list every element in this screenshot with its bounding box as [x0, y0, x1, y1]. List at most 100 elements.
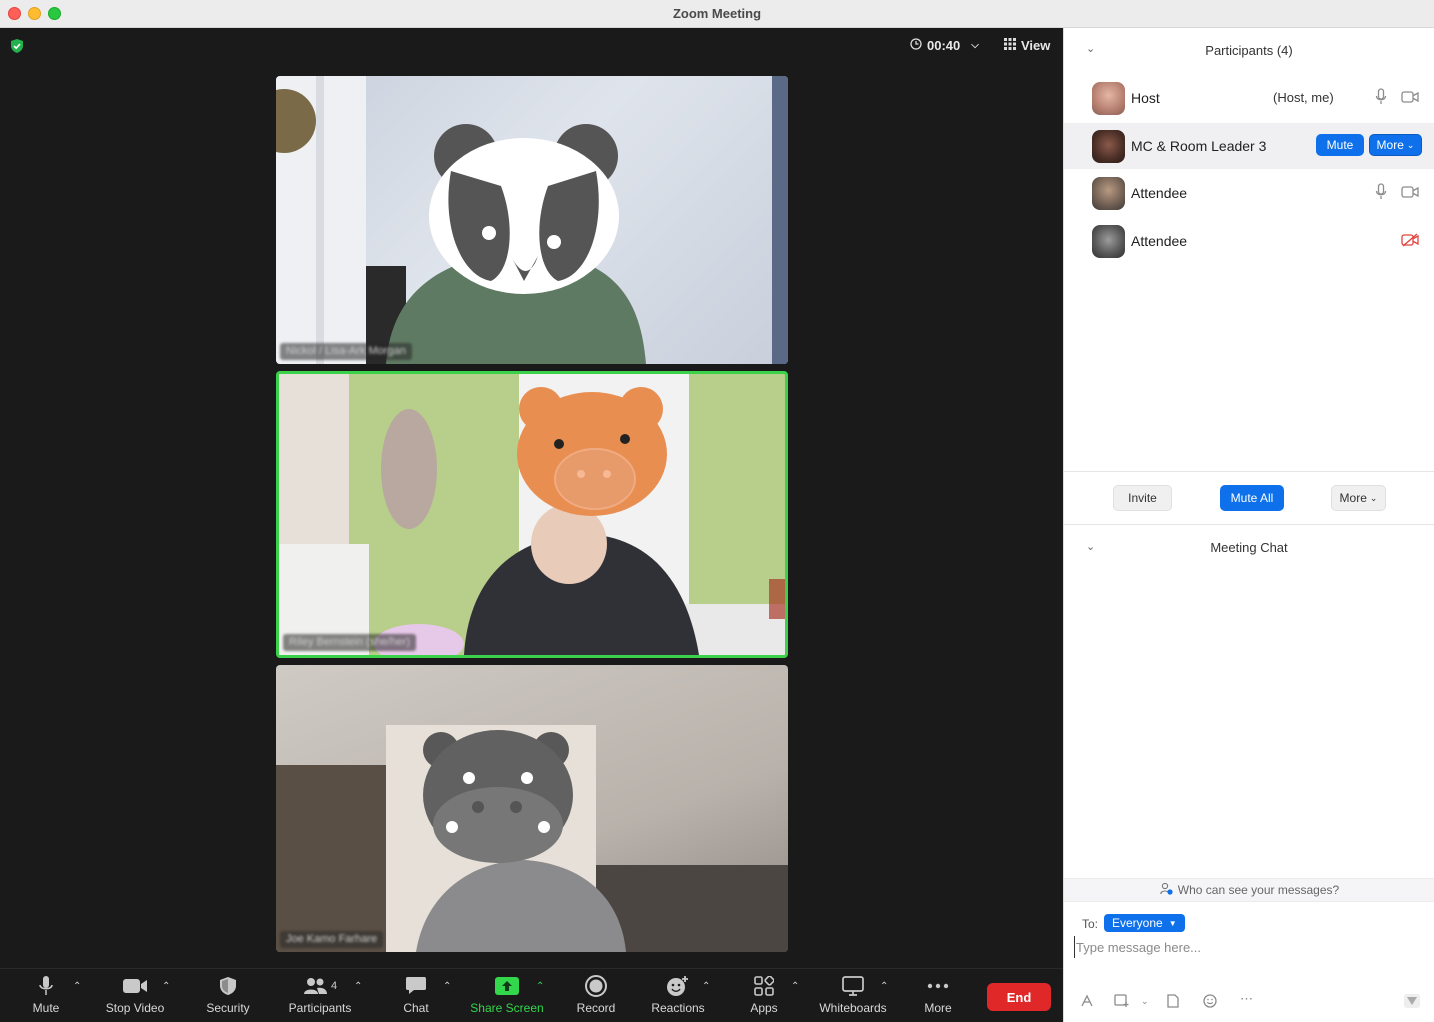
stop-video-button[interactable]: Stop Video [100, 973, 170, 1021]
ellipsis-icon [927, 973, 949, 999]
chevron-down-icon: ⌄ [1406, 139, 1415, 150]
video-feed [276, 76, 788, 364]
whiteboards-label: Whiteboards [819, 1001, 887, 1015]
participants-more-button[interactable]: More ⌄ [1331, 485, 1386, 511]
participant-name: Host [1131, 90, 1160, 106]
more-options-ellipsis-icon[interactable]: ⋯ [1240, 991, 1253, 1007]
recipient-dropdown[interactable]: Everyone ▼ [1104, 914, 1185, 932]
avatar [1092, 82, 1125, 115]
participant-name: MC & Room Leader 3 [1131, 138, 1267, 154]
apps-options-caret[interactable]: ⌃ [791, 981, 799, 992]
microphone-icon[interactable] [1375, 88, 1387, 111]
participant-name-label: Riley Bernstein (she/her) [283, 634, 417, 651]
microphone-icon[interactable] [1375, 183, 1387, 206]
participant-row[interactable]: Attendee [1064, 170, 1434, 216]
chat-options-caret[interactable]: ⌃ [443, 981, 451, 992]
video-camera-icon[interactable] [1401, 90, 1419, 108]
video-camera-icon [122, 973, 148, 999]
avatar [1092, 130, 1125, 163]
video-options-caret[interactable]: ⌃ [162, 981, 170, 992]
who-can-see-link[interactable]: Who can see your messages? [1064, 878, 1434, 902]
invite-button[interactable]: Invite [1113, 485, 1172, 511]
timer-text: 00:40 [927, 37, 961, 53]
chat-message-list[interactable] [1064, 568, 1434, 878]
record-button[interactable]: Record [572, 973, 620, 1021]
end-meeting-button[interactable]: End [987, 983, 1051, 1011]
mute-options-caret[interactable]: ⌃ [73, 981, 81, 992]
more-button[interactable]: More [918, 973, 958, 1021]
chat-toolbar: ⌄ ⋯ [1064, 990, 1434, 1014]
avatar [1092, 177, 1125, 210]
format-text-icon[interactable] [1080, 994, 1094, 1011]
video-feed [279, 374, 785, 655]
participants-count: 4 [330, 980, 338, 992]
share-screen-label: Share Screen [470, 1001, 544, 1015]
more-label: More [924, 1001, 952, 1015]
send-icon[interactable] [1404, 994, 1420, 1011]
chat-button[interactable]: Chat [396, 973, 436, 1021]
apps-icon [754, 973, 774, 999]
emoji-icon[interactable] [1203, 994, 1217, 1011]
view-label: View [1021, 37, 1051, 53]
whiteboards-options-caret[interactable]: ⌃ [880, 981, 888, 992]
reactions-label: Reactions [651, 1001, 705, 1015]
screenshot-icon[interactable] [1114, 994, 1130, 1011]
participant-row[interactable]: Attendee [1064, 218, 1434, 264]
mute-all-button[interactable]: Mute All [1220, 485, 1284, 511]
participants-options-caret[interactable]: ⌃ [354, 981, 362, 992]
record-label: Record [576, 1001, 616, 1015]
chat-bubble-icon [405, 973, 427, 999]
share-screen-icon [495, 973, 519, 999]
divider [1064, 524, 1434, 525]
reactions-options-caret[interactable]: ⌃ [702, 981, 710, 992]
who-can-see-text: Who can see your messages? [1177, 883, 1340, 897]
whiteboard-icon [842, 973, 864, 999]
title-bar: Zoom Meeting [0, 0, 1434, 28]
chat-message-input[interactable] [1074, 936, 1424, 958]
more-label: More [1376, 138, 1404, 152]
mute-label: Mute [32, 1001, 60, 1015]
video-camera-icon[interactable] [1401, 185, 1419, 203]
encryption-shield-icon[interactable] [10, 38, 24, 59]
stop-video-label: Stop Video [105, 1001, 165, 1015]
video-off-icon[interactable] [1401, 233, 1419, 252]
security-button[interactable]: Security [200, 973, 256, 1021]
apps-label: Apps [750, 1001, 778, 1015]
video-tile-active-speaker[interactable]: Riley Bernstein (she/her) [276, 371, 788, 658]
video-tile[interactable]: Joe Kamo Farhare [276, 665, 788, 952]
reactions-button[interactable]: Reactions [648, 973, 708, 1021]
mute-button[interactable]: Mute [26, 973, 66, 1021]
screenshot-options-chevron-icon[interactable]: ⌄ [1141, 996, 1149, 1007]
apps-button[interactable]: Apps [745, 973, 783, 1021]
shield-icon [219, 973, 237, 999]
security-label: Security [206, 1001, 250, 1015]
chat-panel-title: Meeting Chat [1210, 540, 1288, 555]
participant-row[interactable]: Host (Host, me) [1064, 75, 1434, 121]
chat-label: Chat [403, 1001, 429, 1015]
view-button[interactable]: View [998, 34, 1056, 56]
participant-more-button[interactable]: More ⌄ [1369, 134, 1422, 156]
meeting-toolbar: Mute ⌃ Stop Video ⌃ Security 4 Participa… [0, 968, 1063, 1022]
more-label: More [1339, 491, 1367, 505]
emoji-plus-icon [666, 973, 690, 999]
clock-icon [910, 37, 922, 53]
file-icon[interactable] [1167, 994, 1179, 1011]
participants-label: Participants [288, 1001, 352, 1015]
recipient-value: Everyone [1112, 916, 1163, 930]
video-gallery: 00:40 ⌵ View Nickol / Lisa-Ark Morgan Ri… [0, 28, 1063, 968]
video-tile[interactable]: Nickol / Lisa-Ark Morgan [276, 76, 788, 364]
participants-button[interactable]: 4 Participants [283, 973, 357, 1021]
divider [1064, 471, 1434, 472]
side-panel: ⌄ Participants (4) Host (Host, me) MC & … [1063, 28, 1434, 1022]
participant-row-hovered[interactable]: MC & Room Leader 3 Mute More ⌄ [1064, 123, 1434, 169]
participants-panel-title: Participants (4) [1205, 43, 1293, 58]
participant-name-label: Nickol / Lisa-Ark Morgan [280, 343, 412, 360]
share-screen-button[interactable]: Share Screen [467, 973, 547, 1021]
meeting-timer[interactable]: 00:40 ⌵ [904, 34, 985, 56]
avatar [1092, 225, 1125, 258]
window-title: Zoom Meeting [672, 6, 762, 21]
caret-down-icon: ▼ [1168, 918, 1177, 928]
share-options-caret[interactable]: ⌃ [536, 981, 544, 992]
mute-participant-button[interactable]: Mute [1316, 134, 1364, 156]
participant-name: Attendee [1131, 185, 1188, 201]
